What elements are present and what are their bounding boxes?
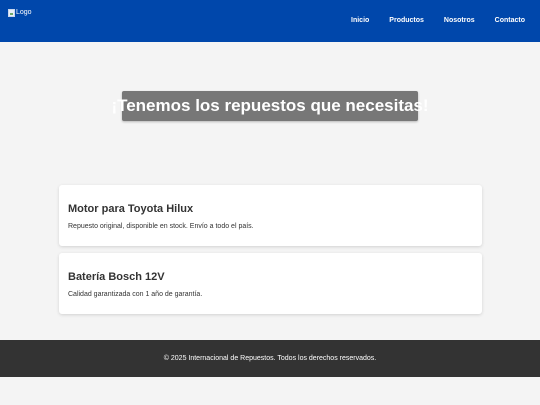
product-description: Calidad garantizada con 1 año de garantí… xyxy=(68,291,203,298)
broken-image-icon xyxy=(8,8,15,17)
logo[interactable]: Logo xyxy=(8,8,32,17)
logo-alt-text: Logo xyxy=(16,9,32,16)
footer-copyright: © 2025 Internacional de Repuestos. Todos… xyxy=(163,355,377,362)
nav-link-nosotros[interactable]: Nosotros xyxy=(444,16,475,25)
product-description: Repuesto original, disponible en stock. … xyxy=(68,223,254,230)
site-footer: © 2025 Internacional de Repuestos. Todos… xyxy=(0,340,540,377)
nav-link-contacto[interactable]: Contacto xyxy=(495,16,525,25)
product-card: Motor para Toyota Hilux Repuesto origina… xyxy=(59,185,482,246)
nav-link-inicio[interactable]: Inicio xyxy=(351,16,369,25)
hero-banner: ¡Tenemos los repuestos que necesitas! xyxy=(111,91,429,121)
product-title: Batería Bosch 12V xyxy=(68,271,165,283)
nav-link-productos[interactable]: Productos xyxy=(389,16,424,25)
product-card: Batería Bosch 12V Calidad garantizada co… xyxy=(59,253,482,314)
main-nav: Inicio Productos Nosotros Contacto xyxy=(331,16,525,25)
site-header: Logo Inicio Productos Nosotros Contacto xyxy=(0,0,540,42)
product-title: Motor para Toyota Hilux xyxy=(68,203,194,215)
